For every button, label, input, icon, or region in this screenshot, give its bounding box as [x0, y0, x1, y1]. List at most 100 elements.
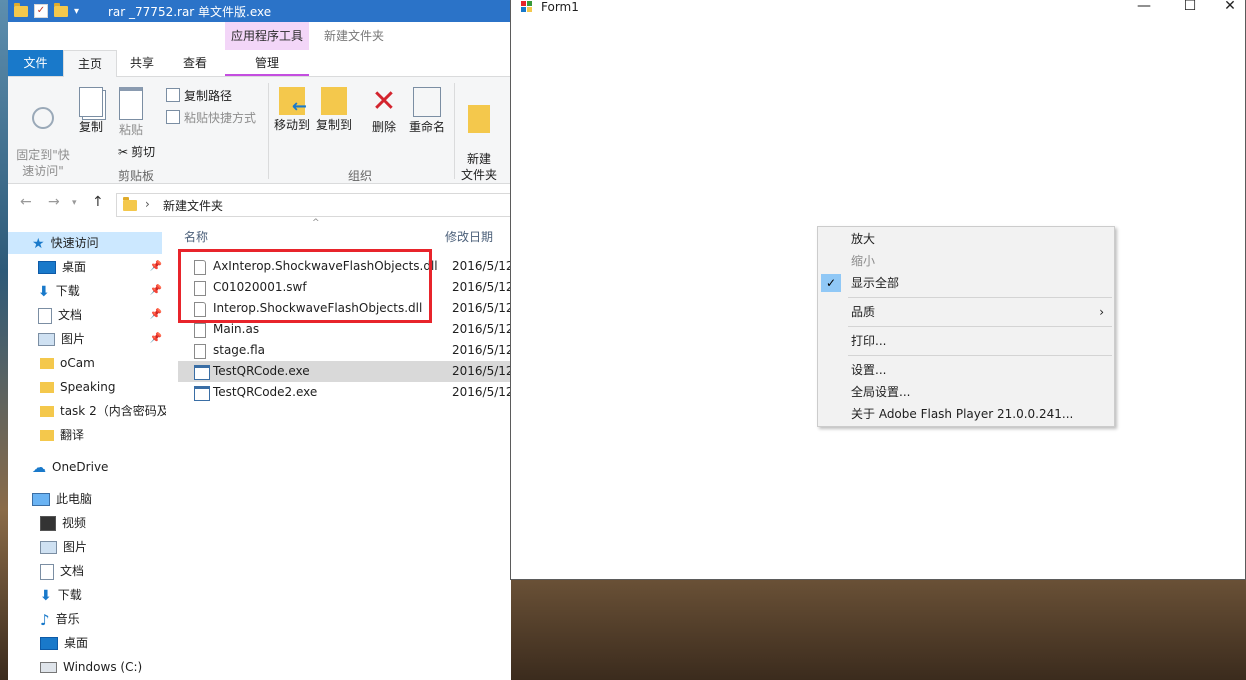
- back-arrow-icon[interactable]: ←: [20, 194, 32, 210]
- tab-manage[interactable]: 管理: [225, 50, 309, 76]
- file-row[interactable]: TestQRCode2.exe 2016/5/12: [178, 382, 511, 403]
- paste-shortcut-button[interactable]: 粘贴快捷方式: [166, 109, 256, 126]
- ribbon-group-divider: [454, 83, 455, 179]
- cut-button[interactable]: ✂ 剪切: [118, 143, 155, 160]
- menu-item-zoom-in[interactable]: 放大: [818, 228, 1114, 250]
- nav-quick-access[interactable]: ★ 快速访问: [8, 232, 162, 254]
- nav-item-label: task 2（内含密码及: [60, 404, 166, 418]
- pin-icon[interactable]: 📌: [150, 280, 162, 302]
- new-folder-button[interactable]: 新建 文件夹: [458, 89, 500, 183]
- cut-label: 剪切: [131, 145, 156, 159]
- red-highlight-box: [178, 249, 432, 323]
- recent-dropdown-icon[interactable]: ▾: [72, 198, 77, 208]
- desktop-icon: [38, 261, 56, 274]
- address-bar[interactable]: › 新建文件夹: [116, 193, 511, 217]
- menu-item-show-all[interactable]: ✓ 显示全部: [818, 272, 1114, 294]
- paste-shortcut-icon: [166, 110, 180, 124]
- copy-button[interactable]: 复制: [76, 87, 106, 135]
- nav-item-task2[interactable]: task 2（内含密码及: [8, 400, 166, 422]
- move-to-button[interactable]: 移动到: [272, 87, 312, 133]
- breadcrumb-current-folder[interactable]: 新建文件夹: [163, 197, 223, 214]
- nav-item-documents[interactable]: 文档 📌: [8, 304, 166, 326]
- menu-item-print[interactable]: 打印...: [818, 330, 1114, 352]
- file-explorer-window: ✓ ▾ rar _77752.rar 单文件版.exe 应用程序工具 新建文件夹…: [8, 0, 511, 680]
- qat-dropdown-icon[interactable]: ▾: [74, 6, 79, 17]
- star-icon: ★: [32, 235, 45, 252]
- menu-item-about[interactable]: 关于 Adobe Flash Player 21.0.0.241...: [818, 403, 1114, 425]
- new-folder-label: 新建 文件夹: [460, 152, 497, 182]
- properties-icon[interactable]: ✓: [34, 4, 48, 18]
- pin-icon[interactable]: 📌: [150, 328, 162, 350]
- maximize-icon[interactable]: ☐: [1175, 0, 1205, 14]
- minimize-icon[interactable]: —: [1129, 0, 1159, 14]
- copy-label: 复制: [78, 120, 103, 134]
- tab-view[interactable]: 查看: [168, 50, 222, 76]
- nav-pc-downloads[interactable]: ⬇ 下载: [8, 584, 166, 606]
- download-arrow-icon: ⬇: [40, 587, 52, 604]
- up-arrow-icon[interactable]: ↑: [92, 194, 104, 210]
- nav-onedrive[interactable]: ☁ OneDrive: [8, 456, 166, 478]
- tab-share[interactable]: 共享: [116, 50, 168, 76]
- paste-button[interactable]: 粘贴: [116, 87, 146, 138]
- contextual-tab-group-folder: 新建文件夹: [323, 29, 384, 43]
- folder-icon: [40, 382, 54, 393]
- download-arrow-icon: ⬇: [38, 283, 50, 300]
- nav-item-label: 翻译: [60, 428, 85, 442]
- nav-item-label: 视频: [62, 516, 87, 530]
- folder-icon[interactable]: [14, 2, 28, 17]
- sort-ascending-icon: ^: [312, 218, 320, 228]
- file-row-selected[interactable]: TestQRCode.exe 2016/5/12: [178, 361, 511, 382]
- nav-item-speaking[interactable]: Speaking: [8, 376, 166, 398]
- nav-item-pictures[interactable]: 图片 📌: [8, 328, 166, 350]
- menu-item-label: 品质: [851, 305, 876, 319]
- nav-this-pc[interactable]: 此电脑: [8, 488, 166, 510]
- menu-item-global-settings[interactable]: 全局设置...: [818, 381, 1114, 403]
- nav-item-label: 文档: [58, 308, 83, 322]
- menu-item-zoom-out[interactable]: 缩小: [818, 250, 1114, 272]
- nav-pc-pictures[interactable]: 图片: [8, 536, 166, 558]
- move-to-icon: [279, 87, 307, 115]
- nav-pc-videos[interactable]: 视频: [8, 512, 166, 534]
- contextual-tab-group-app-tools: 应用程序工具: [225, 22, 309, 50]
- folder-icon: [40, 406, 54, 417]
- nav-pc-documents[interactable]: 文档: [8, 560, 166, 582]
- drive-icon: [40, 662, 57, 673]
- chevron-right-icon[interactable]: ›: [145, 197, 150, 211]
- nav-pc-desktop[interactable]: 桌面: [8, 632, 166, 654]
- menu-item-quality[interactable]: 品质 ›: [818, 301, 1114, 323]
- ribbon-tabs: 文件 主页 共享 查看 管理: [8, 50, 511, 77]
- menu-item-settings[interactable]: 设置...: [818, 359, 1114, 381]
- close-icon[interactable]: ✕: [1215, 0, 1245, 14]
- nav-item-desktop[interactable]: 桌面 📌: [8, 256, 166, 278]
- nav-item-label: Windows (C:): [63, 660, 143, 674]
- forward-arrow-icon[interactable]: →: [48, 194, 60, 210]
- rename-button[interactable]: 重命名: [406, 87, 448, 135]
- file-row[interactable]: stage.fla 2016/5/12: [178, 340, 511, 361]
- new-folder-icon[interactable]: [54, 2, 68, 17]
- pin-quick-access-button[interactable]: 固定到"快 速访问": [12, 91, 74, 179]
- nav-item-translate[interactable]: 翻译: [8, 424, 166, 446]
- copy-to-label: 复制到: [315, 118, 352, 132]
- nav-pc-drive-c[interactable]: Windows (C:): [8, 656, 166, 678]
- pin-icon[interactable]: 📌: [150, 304, 162, 326]
- checkmark-icon: ✓: [821, 274, 841, 292]
- pin-icon[interactable]: 📌: [150, 256, 162, 278]
- nav-item-label: 下载: [57, 588, 82, 602]
- nav-pc-music[interactable]: ♪ 音乐: [8, 608, 166, 630]
- tab-home[interactable]: 主页: [63, 50, 117, 77]
- copy-to-button[interactable]: 复制到: [314, 87, 354, 133]
- delete-x-icon: ✕: [371, 84, 397, 119]
- delete-button[interactable]: ✕ 删除: [368, 87, 400, 135]
- nav-item-downloads[interactable]: ⬇ 下载 📌: [8, 280, 166, 302]
- nav-item-ocam[interactable]: oCam: [8, 352, 166, 374]
- rename-label: 重命名: [408, 120, 445, 134]
- copy-path-button[interactable]: 复制路径: [166, 87, 232, 104]
- column-header-date[interactable]: 修改日期: [445, 228, 493, 245]
- exe-file-icon: [194, 365, 210, 380]
- tab-file[interactable]: 文件: [8, 50, 63, 76]
- folder-icon: [40, 430, 54, 441]
- pin-quick-access-label: 固定到"快 速访问": [16, 148, 70, 178]
- nav-item-label: 图片: [63, 540, 88, 554]
- column-header-name[interactable]: 名称: [184, 228, 208, 245]
- computer-icon: [32, 493, 50, 506]
